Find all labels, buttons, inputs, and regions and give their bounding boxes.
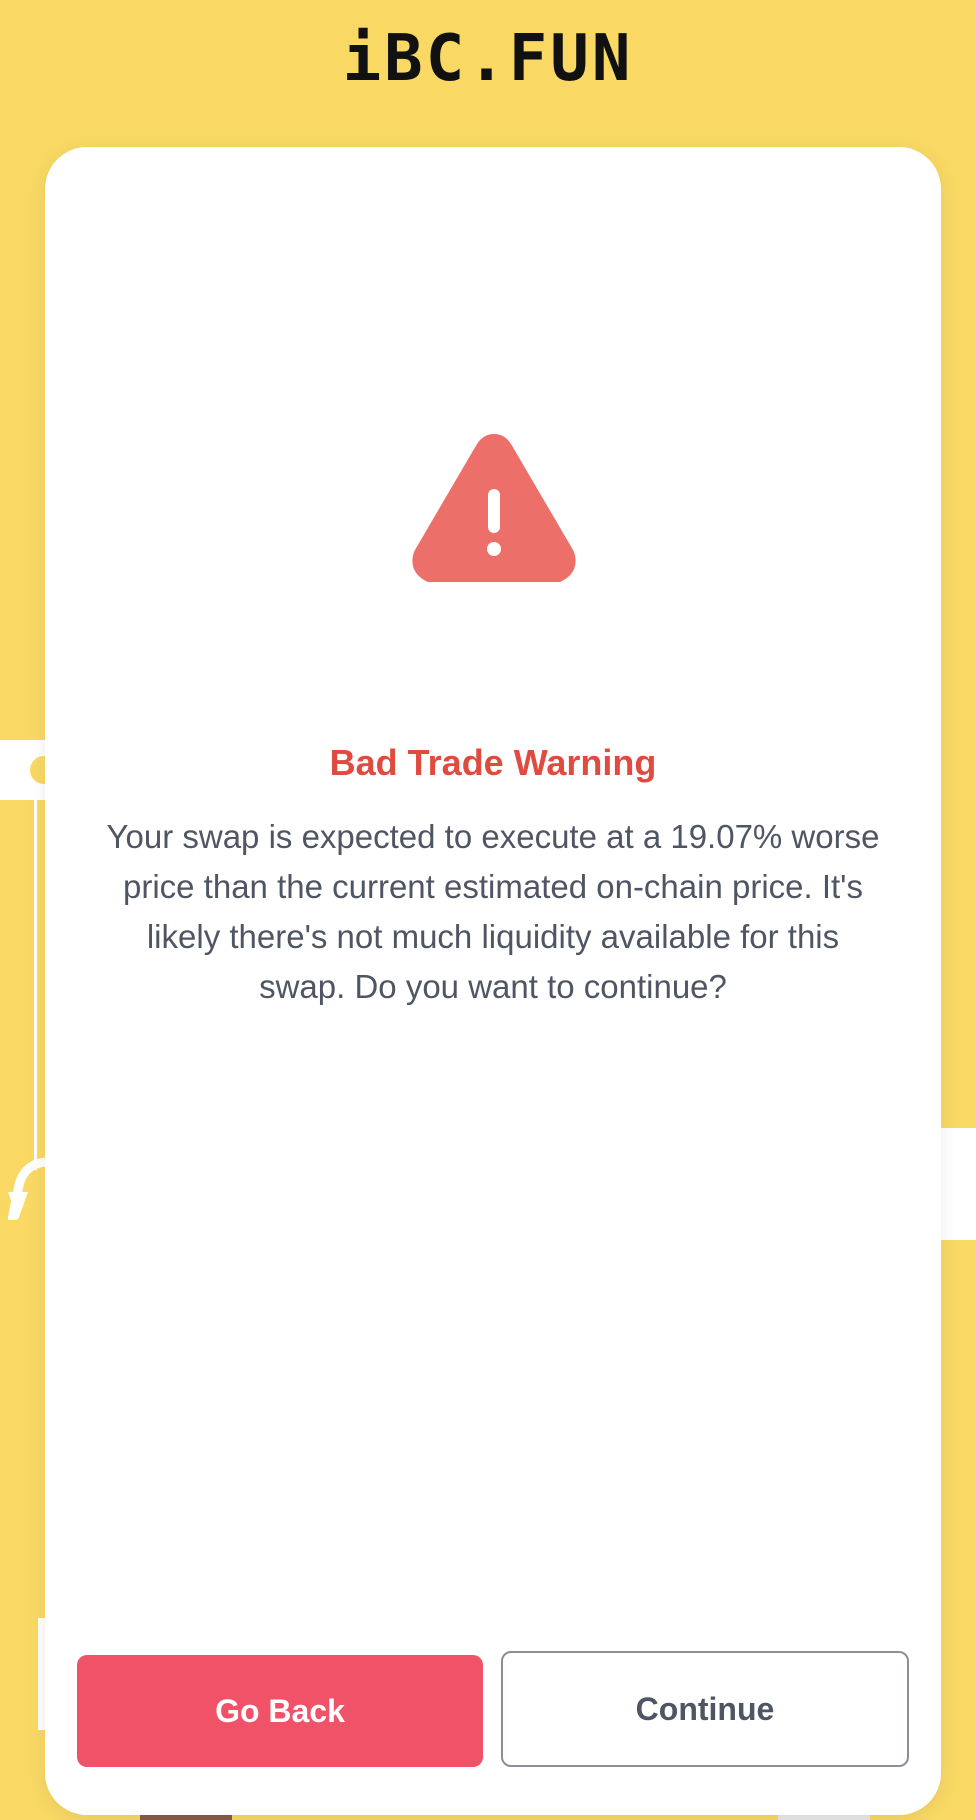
bad-trade-warning-modal: Bad Trade Warning Your swap is expected … <box>45 147 941 1815</box>
go-back-button[interactable]: Go Back <box>77 1655 483 1767</box>
continue-button[interactable]: Continue <box>501 1651 909 1767</box>
page-background: iBC.FUN Bad Trade Warning Your swap is e… <box>0 0 976 1820</box>
background-swap-arrow-icon <box>8 1157 48 1220</box>
modal-title: Bad Trade Warning <box>329 742 657 783</box>
modal-message: Your swap is expected to execute at a 19… <box>106 818 880 1005</box>
background-connector-line <box>34 800 37 1170</box>
warning-triangle-icon <box>412 434 576 582</box>
app-logo[interactable]: iBC.FUN <box>0 22 976 96</box>
